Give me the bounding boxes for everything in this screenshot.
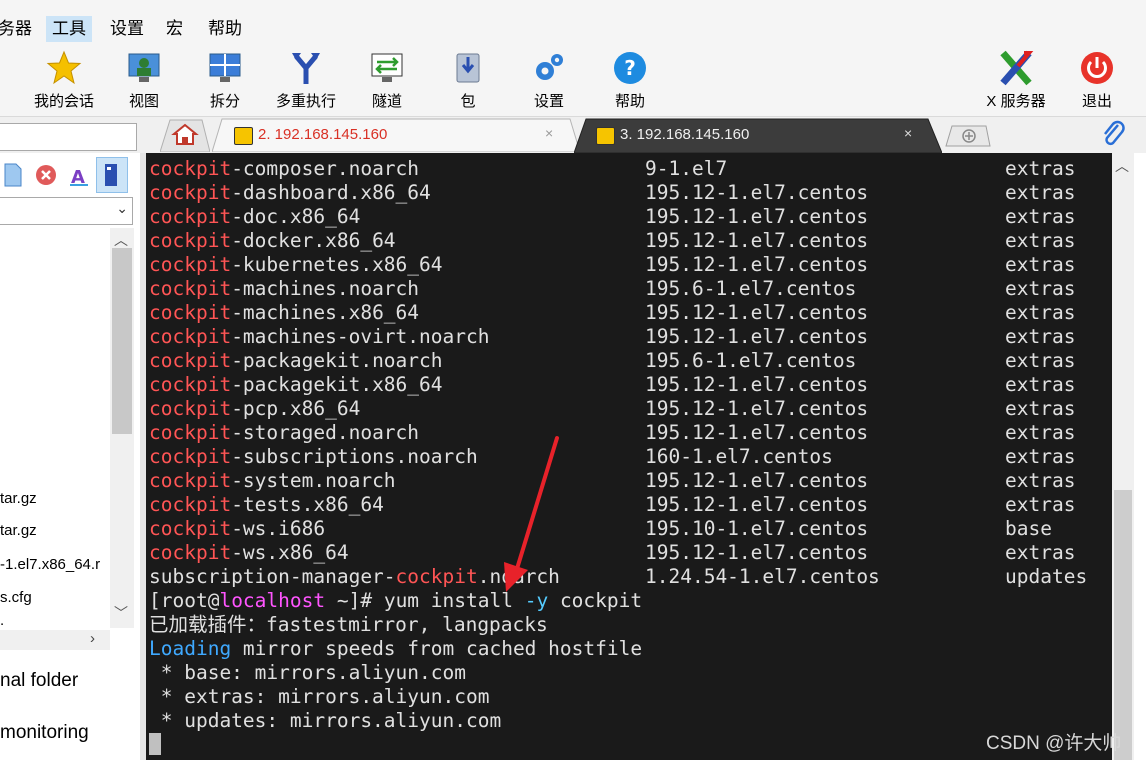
settings-button[interactable]: 设置 (514, 48, 584, 114)
terminal-package-line: cockpit-system.noarch 195.12-1.el7.centos… (149, 469, 1076, 492)
close-icon[interactable]: × (904, 125, 912, 141)
terminal-loading-line: Loading mirror speeds from cached hostfi… (149, 637, 643, 660)
chevron-down-icon: ⌄ (116, 200, 128, 216)
terminal-package-line: cockpit-machines.noarch 195.6-1.el7.cento… (149, 277, 1076, 300)
monitor-user-icon (128, 53, 160, 82)
terminal-package-line: cockpit-docker.x86_64 195.12-1.el7.centos… (149, 229, 1076, 252)
split-button[interactable]: 拆分 (190, 48, 260, 114)
terminal-package-line: cockpit-subscriptions.noarch 160-1.el7.ce… (149, 445, 1076, 468)
terminal-package-line: cockpit-dashboard.x86_64 195.12-1.el7.cen… (149, 181, 1076, 204)
fork-icon (292, 53, 320, 84)
watermark: CSDN @许大帅 (986, 733, 1122, 754)
key-icon (596, 127, 615, 145)
terminal-package-line: cockpit-pcp.x86_64 195.12-1.el7.centos ext… (149, 397, 1076, 420)
menu-settings[interactable]: 设置 (104, 16, 150, 42)
home-icon (159, 119, 211, 153)
terminal-scroll-thumb[interactable] (1114, 490, 1132, 760)
plus-icon (945, 125, 991, 147)
terminal-prompt-line: [root@localhost ~]# yum install -y cockp… (149, 589, 643, 612)
terminal-line-subscription-manager: subscription-manager-cockpit.noarch 1.24.… (149, 565, 1088, 588)
terminal-mirror-line: * base: mirrors.aliyun.com (149, 661, 466, 684)
terminal-package-line: cockpit-doc.x86_64 195.12-1.el7.centos ext… (149, 205, 1076, 228)
file-item[interactable]: tar.gz (0, 522, 37, 539)
sidebar-item-folder[interactable]: nal folder (0, 670, 78, 692)
help-button[interactable]: ? 帮助 (595, 48, 665, 114)
terminal-package-line: cockpit-composer.noarch 9-1.el7 extras (149, 157, 1076, 180)
chevron-right-icon[interactable]: › (90, 630, 95, 647)
terminal-mirror-line: * updates: mirrors.aliyun.com (149, 709, 502, 732)
rename-icon[interactable]: A (68, 163, 90, 187)
close-icon[interactable]: × (545, 125, 553, 141)
file-item[interactable]: . (0, 612, 4, 629)
terminal-package-line: cockpit-tests.x86_64 195.12-1.el7.centos e… (149, 493, 1076, 516)
terminal[interactable]: cockpit-composer.noarch 9-1.el7 extras cock… (146, 153, 1112, 760)
right-edge-panel (1134, 153, 1146, 760)
gear-icon (536, 54, 563, 80)
help-icon: ? (614, 52, 646, 84)
file-item[interactable]: tar.gz (0, 490, 37, 507)
xserver-button[interactable]: X 服务器 (981, 48, 1051, 114)
attach-button[interactable] (1100, 120, 1126, 148)
terminal-plugins-line: 已加载插件：fastestmirror, langpacks (149, 613, 548, 636)
menu-tools[interactable]: 工具 (46, 16, 92, 42)
terminal-cursor (149, 733, 161, 755)
menu-macro[interactable]: 宏 (160, 16, 189, 42)
terminal-package-line: cockpit-ws.x86_64 195.12-1.el7.centos extr… (149, 541, 1076, 564)
chevron-down-icon[interactable]: ﹀ (114, 603, 128, 623)
new-file-icon[interactable] (4, 163, 22, 187)
terminal-package-line: cockpit-ws.i686 195.10-1.el7.centos base (149, 517, 1052, 540)
terminal-package-line: cockpit-machines-ovirt.noarch 195.12-1.el… (149, 325, 1076, 348)
menu-bar: 务器 工具 设置 宏 帮助 (0, 0, 1146, 44)
package-icon (456, 53, 480, 83)
toolbar: 我的会话 视图 拆分 多重执行 隧道 包 设置 ? 帮助 X 服务器 退出 (0, 44, 1146, 117)
tab-session-2[interactable]: 2. 192.168.145.160 × (212, 118, 580, 152)
svg-text:?: ? (624, 56, 636, 80)
terminal-mirror-line: * extras: mirrors.aliyun.com (149, 685, 490, 708)
my-sessions-button[interactable]: 我的会话 (29, 48, 99, 114)
menu-server[interactable]: 务器 (0, 16, 38, 42)
terminal-package-line: cockpit-machines.x86_64 195.12-1.el7.cent… (149, 301, 1076, 324)
path-dropdown[interactable]: ⌄ (0, 197, 133, 225)
exit-button[interactable]: 退出 (1062, 48, 1132, 114)
split-screen-icon (209, 53, 241, 82)
chevron-up-icon[interactable]: ︿ (1115, 156, 1129, 176)
chevron-up-icon[interactable]: ︿ (114, 230, 128, 250)
power-icon (1081, 52, 1113, 84)
sidebar-scroll-thumb[interactable] (112, 248, 132, 434)
sidebar-item-monitoring[interactable]: monitoring (0, 722, 89, 744)
sidebar-toolbar: A (0, 153, 135, 195)
session-search-input[interactable] (0, 123, 137, 151)
tunnel-icon (371, 53, 403, 82)
delete-icon[interactable] (35, 164, 57, 186)
file-item[interactable]: -1.el7.x86_64.r (0, 556, 100, 573)
tunnel-button[interactable]: 隧道 (352, 48, 422, 114)
key-icon (234, 127, 253, 145)
terminal-package-line: cockpit-storaged.noarch 195.12-1.el7.cent… (149, 421, 1076, 444)
new-tab-button[interactable] (944, 124, 992, 148)
file-item[interactable]: s.cfg (0, 589, 32, 606)
properties-icon (105, 164, 117, 186)
properties-button[interactable] (96, 157, 128, 193)
tab-session-3[interactable]: 3. 192.168.145.160 × (574, 118, 942, 153)
terminal-package-line: cockpit-packagekit.noarch 195.6-1.el7.cen… (149, 349, 1076, 372)
star-icon (46, 50, 82, 85)
view-button[interactable]: 视图 (109, 48, 179, 114)
menu-help[interactable]: 帮助 (202, 16, 248, 42)
x-server-icon (1000, 50, 1034, 86)
terminal-package-line: cockpit-kubernetes.x86_64 195.12-1.el7.ce… (149, 253, 1076, 276)
home-tab[interactable] (159, 118, 211, 153)
paperclip-icon (1104, 120, 1125, 146)
multi-exec-button[interactable]: 多重执行 (271, 48, 341, 114)
terminal-package-line: cockpit-packagekit.x86_64 195.12-1.el7.ce… (149, 373, 1076, 396)
package-button[interactable]: 包 (433, 48, 503, 114)
